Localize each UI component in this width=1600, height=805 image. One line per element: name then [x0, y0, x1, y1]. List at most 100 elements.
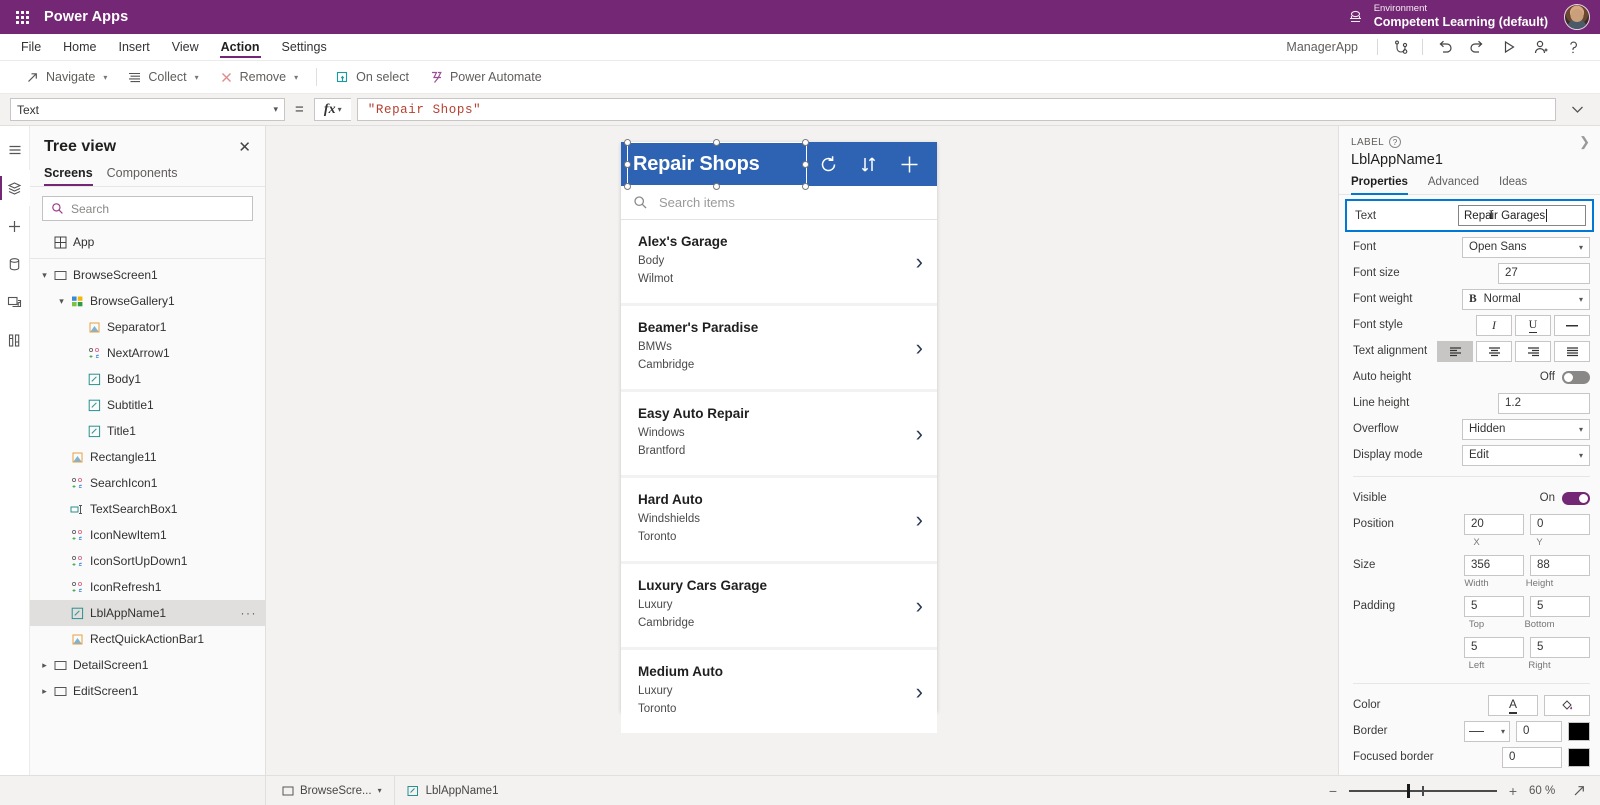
fx-button[interactable]: fx ▾ [313, 98, 351, 121]
zoom-slider-thumb[interactable] [1407, 783, 1410, 798]
status-control-selector[interactable]: LblAppName1 [395, 776, 511, 805]
help-circle-icon[interactable]: ? [1389, 136, 1402, 148]
tree-node-browsegallery1[interactable]: ▾ BrowseGallery1 [30, 288, 265, 314]
line-height-input[interactable]: 1.2 [1498, 392, 1590, 414]
status-screen-selector[interactable]: BrowseScre... ▾ [266, 776, 394, 805]
chevron-right-icon[interactable]: ▸ [38, 686, 51, 697]
menu-item-settings[interactable]: Settings [271, 34, 338, 60]
border-style-icon[interactable]: ▾ [1464, 720, 1510, 742]
zoom-slider[interactable] [1349, 783, 1497, 798]
tab-advanced[interactable]: Advanced [1428, 176, 1479, 194]
undo-icon[interactable] [1430, 35, 1460, 59]
app-title-label[interactable]: Repair Shops [633, 153, 818, 176]
tree-node-rectquickactionbar1[interactable]: RectQuickActionBar1 [30, 626, 265, 652]
app-checker-icon[interactable] [1385, 35, 1415, 59]
visible-toggle[interactable] [1562, 491, 1590, 505]
tree-node-app[interactable]: App [30, 229, 265, 255]
focused-border-color-swatch[interactable] [1568, 747, 1590, 767]
next-arrow-icon[interactable]: › [916, 680, 923, 703]
tree-node-subtitle1[interactable]: Subtitle1 [30, 392, 265, 418]
border-color-swatch[interactable] [1568, 721, 1590, 741]
sort-icon[interactable] [859, 155, 878, 174]
chevron-right-icon[interactable]: ❯ [1579, 134, 1590, 150]
tree-node-lblappname1[interactable]: LblAppName1 ··· [30, 600, 265, 626]
fit-screen-icon[interactable] [1572, 784, 1586, 798]
tree-search-input[interactable]: Search [42, 196, 253, 221]
next-arrow-icon[interactable]: › [916, 336, 923, 359]
plus-icon[interactable]: + [1506, 783, 1520, 799]
tree-node-iconnewitem1[interactable]: IconNewItem1 [30, 522, 265, 548]
design-canvas[interactable]: Repair Shops Search items Alex's Garage … [266, 126, 1338, 775]
resize-handle-n[interactable] [713, 138, 720, 146]
font-color-icon[interactable]: A [1488, 694, 1538, 716]
align-right-icon[interactable] [1515, 340, 1551, 362]
redo-icon[interactable] [1462, 35, 1492, 59]
underline-icon[interactable]: U [1515, 314, 1551, 336]
gallery-item[interactable]: Medium Auto Luxury Toronto › [621, 650, 937, 733]
resize-handle-e[interactable] [802, 161, 809, 168]
strikethrough-icon[interactable]: — [1554, 314, 1590, 336]
tree-node-searchicon1[interactable]: SearchIcon1 [30, 470, 265, 496]
tab-ideas[interactable]: Ideas [1499, 176, 1527, 194]
font-size-input[interactable]: 27 [1498, 262, 1590, 284]
search-items-row[interactable]: Search items [621, 186, 937, 220]
menu-item-action[interactable]: Action [210, 34, 271, 60]
tree-node-detailscreen1[interactable]: ▸ DetailScreen1 [30, 652, 265, 678]
tree-node-overflow-icon[interactable]: ··· [241, 606, 258, 620]
focused-border-width-input[interactable]: 0 [1502, 746, 1562, 768]
tree-node-iconsortupdown1[interactable]: IconSortUpDown1 [30, 548, 265, 574]
close-icon[interactable]: ✕ [238, 140, 251, 155]
size-width-input[interactable]: 356 [1464, 554, 1524, 576]
size-height-input[interactable]: 88 [1530, 554, 1590, 576]
formula-input[interactable]: "Repair Shops" [356, 98, 1556, 121]
power-automate-button[interactable]: Power Automate [420, 66, 551, 89]
chevron-right-icon[interactable]: ▸ [38, 660, 51, 671]
on-select-button[interactable]: On select [326, 66, 418, 89]
data-icon[interactable] [0, 246, 30, 282]
resize-handle-nw[interactable] [623, 138, 631, 146]
align-left-icon[interactable] [1437, 340, 1473, 362]
minus-icon[interactable]: − [1326, 783, 1340, 799]
gallery-item[interactable]: Hard Auto Windshields Toronto › [621, 478, 937, 561]
next-arrow-icon[interactable]: › [916, 594, 923, 617]
variables-icon[interactable] [0, 322, 30, 358]
next-arrow-icon[interactable]: › [916, 422, 923, 445]
padding-left-input[interactable]: 5 [1464, 636, 1524, 658]
padding-top-input[interactable]: 5 [1464, 595, 1524, 617]
media-icon[interactable] [0, 284, 30, 320]
environment-info[interactable]: Environment Competent Learning (default) [1374, 3, 1554, 29]
border-width-input[interactable]: 0 [1516, 720, 1562, 742]
position-x-input[interactable]: 20 [1464, 513, 1524, 535]
chevron-down-icon[interactable]: ▾ [38, 270, 51, 281]
formula-expand-icon[interactable] [1562, 101, 1592, 118]
padding-right-input[interactable]: 5 [1530, 636, 1590, 658]
position-y-input[interactable]: 0 [1530, 513, 1590, 535]
insert-icon[interactable] [0, 208, 30, 244]
tree-node-separator1[interactable]: Separator1 [30, 314, 265, 340]
preview-play-icon[interactable] [1494, 35, 1524, 59]
display-mode-select[interactable]: Edit ▾ [1462, 444, 1590, 466]
tree-node-textsearchbox1[interactable]: TextSearchBox1 [30, 496, 265, 522]
resize-handle-w[interactable] [623, 161, 631, 168]
help-icon[interactable] [1558, 35, 1588, 59]
tree-node-body1[interactable]: Body1 [30, 366, 265, 392]
tree-node-browsescreen1[interactable]: ▾ BrowseScreen1 [30, 262, 265, 288]
app-launcher-icon[interactable] [0, 10, 44, 24]
tree-node-title1[interactable]: Title1 [30, 418, 265, 444]
resize-handle-se[interactable] [802, 183, 809, 190]
refresh-icon[interactable] [818, 154, 839, 175]
fill-color-icon[interactable] [1544, 694, 1590, 716]
add-icon[interactable] [898, 153, 921, 176]
resize-handle-sw[interactable] [623, 183, 631, 190]
gallery-item[interactable]: Easy Auto Repair Windows Brantford › [621, 392, 937, 475]
menu-item-home[interactable]: Home [52, 34, 107, 60]
next-arrow-icon[interactable]: › [916, 508, 923, 531]
tree-node-rectangle11[interactable]: Rectangle11 [30, 444, 265, 470]
font-select[interactable]: Open Sans ▾ [1462, 236, 1590, 258]
italic-icon[interactable]: I [1476, 314, 1512, 336]
overflow-select[interactable]: Hidden ▾ [1462, 418, 1590, 440]
gallery-item[interactable]: Alex's Garage Body Wilmot › [621, 220, 937, 303]
navigate-button[interactable]: Navigate ▾ [16, 66, 116, 89]
menu-item-file[interactable]: File [10, 34, 52, 60]
tree-node-nextarrow1[interactable]: NextArrow1 [30, 340, 265, 366]
